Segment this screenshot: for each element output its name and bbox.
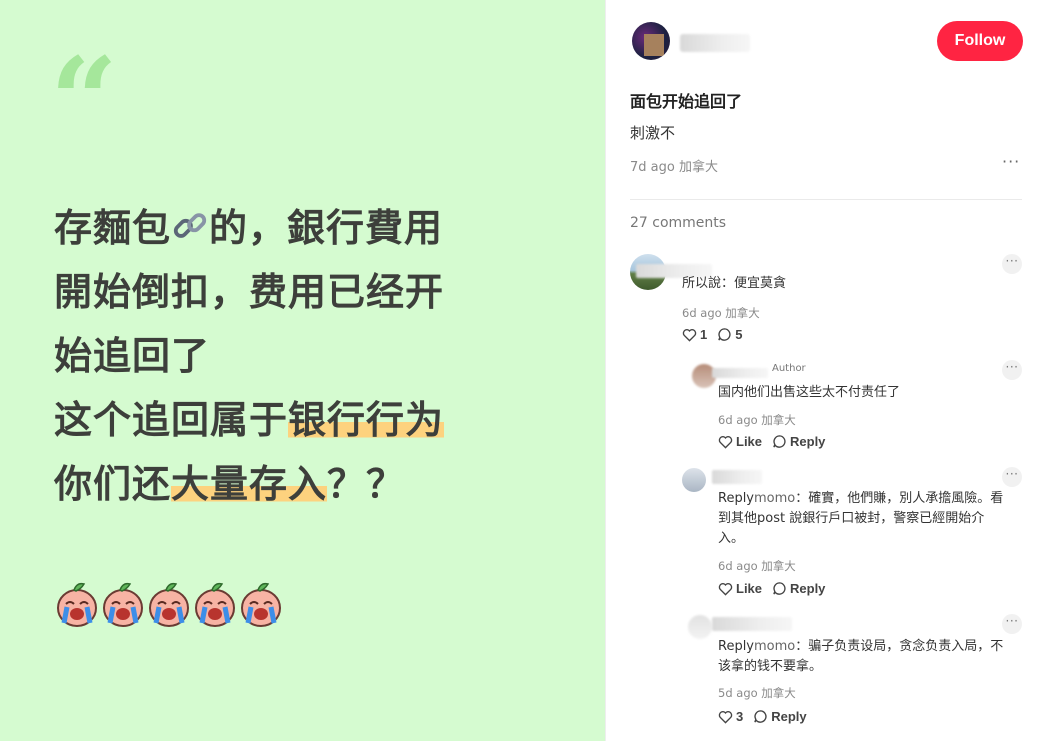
post-image[interactable]: “ 存麵包 的，銀行費用 開始倒扣，费用已经开 始追回了 这个追回属于银行行为 你…	[0, 0, 605, 741]
comment-bubble-icon	[773, 435, 786, 448]
comment-more-icon[interactable]: ···	[1002, 614, 1022, 634]
replier-name-redacted[interactable]	[712, 617, 792, 631]
like-button[interactable]: Like	[718, 434, 762, 449]
comment-text: Replymomo：確實，他們賺，別人承擔風險。看 到其他post 說銀行戶口被…	[718, 491, 1004, 546]
reply-prefix: Reply	[718, 639, 755, 654]
like-button[interactable]: 3	[718, 709, 743, 724]
comment-count: 27 comments	[630, 215, 727, 231]
text-line-2: 開始倒扣，费用已经开	[54, 270, 445, 314]
replier-avatar[interactable]	[682, 468, 706, 492]
comment-bubble-icon	[718, 328, 731, 341]
text-line-1: 存麵包 的，銀行費用	[54, 206, 444, 250]
highlighted-text: 大量存入	[171, 462, 328, 506]
comment-text: Replymomo：骗子负责设局，贪念负责入局，不 该拿的钱不要拿。	[718, 639, 1004, 674]
heart-icon	[718, 582, 733, 596]
post-detail-panel: Follow 面包开始追回了 刺激不 7d ago 加拿大 ··· 27 com…	[605, 0, 1050, 741]
author-avatar[interactable]	[632, 22, 670, 60]
quote-mark: “	[50, 31, 118, 170]
comment-actions: 3 Reply	[718, 709, 817, 724]
comment-text: 国内他们出售这些太不付责任了	[718, 385, 901, 400]
like-button[interactable]: 1	[682, 327, 707, 342]
reply-comment: ··· Replymomo：確實，他們賺，別人承擔風險。看 到其他post 說銀…	[682, 466, 1026, 601]
author-tag: Author	[772, 363, 806, 374]
replier-name-redacted[interactable]	[712, 368, 768, 378]
crying-peach-icon	[241, 582, 281, 627]
divider	[630, 199, 1022, 200]
reply-count: 5	[735, 327, 743, 342]
post-more-icon[interactable]: ···	[1002, 152, 1020, 171]
text-line-5: 你们还大量存入？？	[54, 462, 406, 506]
comment-meta: 6d ago 加拿大	[718, 559, 796, 573]
comment-meta: 6d ago 加拿大	[682, 306, 760, 320]
post-title: 面包开始追回了	[630, 92, 743, 111]
text-line-3: 始追回了	[54, 334, 211, 378]
reply-to-name[interactable]: momo	[754, 491, 795, 506]
post-header: Follow	[632, 20, 1023, 64]
comment-bubble-icon	[773, 582, 786, 595]
comment-more-icon[interactable]: ···	[1002, 254, 1022, 274]
reply-comment: Author ··· 国内他们出售这些太不付责任了 6d ago 加拿大 Lik…	[692, 360, 1026, 455]
follow-button[interactable]: Follow	[937, 21, 1023, 61]
crying-peach-icon	[195, 582, 235, 627]
emoji-row	[54, 580, 284, 628]
comment-meta: 5d ago 加拿大	[718, 686, 796, 700]
like-count: 3	[736, 709, 744, 724]
reply-to-name[interactable]: momo	[754, 639, 795, 654]
like-button[interactable]: Like	[718, 581, 762, 596]
comment-more-icon[interactable]: ···	[1002, 467, 1022, 487]
comment-meta: 6d ago 加拿大	[718, 413, 796, 427]
link-icon	[173, 213, 207, 238]
comment-actions: 1 5	[682, 327, 752, 342]
comment: ··· 所以說：便宜莫貪 6d ago 加拿大 1 5	[630, 250, 1026, 350]
crying-peach-icon	[57, 582, 97, 627]
replier-name-redacted[interactable]	[712, 470, 762, 484]
comment-bubble-icon	[754, 710, 767, 723]
post-body: 刺激不	[630, 124, 676, 142]
replier-avatar[interactable]	[688, 615, 712, 639]
reply-prefix: Reply	[718, 491, 755, 506]
like-count: 1	[700, 327, 708, 342]
crying-peach-icon	[103, 582, 143, 627]
post-meta: 7d ago 加拿大	[630, 160, 718, 175]
comment-actions: Like Reply	[718, 434, 835, 449]
comment-more-icon[interactable]: ···	[1002, 360, 1022, 380]
heart-icon	[718, 435, 733, 449]
reply-button[interactable]: 5	[717, 327, 742, 342]
post-image-text: 存麵包 的，銀行費用 開始倒扣，费用已经开 始追回了 这个追回属于银行行为 你们还…	[54, 196, 594, 516]
comment-text: 所以說：便宜莫貪	[682, 276, 787, 291]
reply-button[interactable]: Reply	[772, 434, 825, 449]
reply-button[interactable]: Reply	[753, 709, 807, 724]
heart-icon	[718, 710, 733, 724]
heart-icon	[682, 328, 697, 342]
reply-button[interactable]: Reply	[772, 581, 825, 596]
highlighted-text: 银行行为	[288, 398, 445, 442]
reply-comment: ··· Replymomo：骗子负责设局，贪念负责入局，不 该拿的钱不要拿。 5…	[688, 613, 1026, 731]
author-name-redacted[interactable]	[680, 34, 750, 52]
crying-peach-icon	[149, 582, 189, 627]
text-line-4: 这个追回属于银行行为	[54, 398, 445, 442]
comment-actions: Like Reply	[718, 581, 835, 596]
